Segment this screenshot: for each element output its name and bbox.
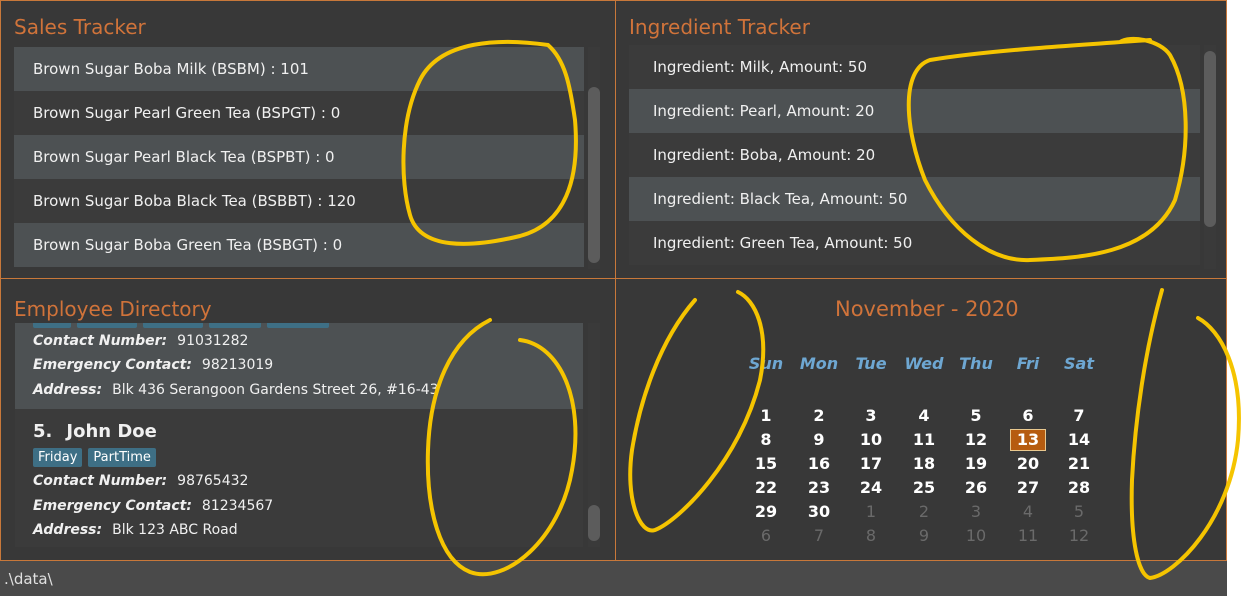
calendar-day[interactable]: 23 [801, 477, 837, 499]
weekday-wed: Wed [904, 354, 944, 373]
ingredient-scroll-thumb[interactable] [1204, 51, 1216, 227]
weekday-sat: Sat [1064, 354, 1094, 373]
employee-directory-title: Employee Directory [14, 297, 212, 321]
status-bar: .\data\ [0, 560, 1227, 596]
calendar-day[interactable]: 14 [1061, 429, 1097, 451]
weekday-fri: Fri [1016, 354, 1040, 373]
employee-name: 5. John Doe [33, 421, 157, 442]
calendar-day[interactable]: 11 [906, 429, 942, 451]
calendar-day[interactable]: 12 [1061, 525, 1097, 547]
address-row: Address: Blk 436 Serangoon Gardens Street… [33, 382, 439, 398]
contact-row: Contact Number: 91031282 [33, 333, 249, 349]
calendar-day[interactable]: 3 [958, 501, 994, 523]
sales-list[interactable]: Brown Sugar Boba Milk (BSBM) : 101 Brown… [14, 47, 584, 269]
calendar-day[interactable]: 15 [748, 453, 784, 475]
address-row: Address: Blk 123 ABC Road [33, 522, 238, 538]
calendar-day[interactable]: 17 [853, 453, 889, 475]
calendar-day[interactable]: 24 [853, 477, 889, 499]
employee-card-partial[interactable]: Contact Number: 91031282 Emergency Contac… [15, 323, 583, 409]
ingredient-item[interactable]: Ingredient: Milk, Amount: 50 [629, 45, 1200, 89]
calendar-day[interactable]: 3 [853, 405, 889, 427]
tag [33, 323, 71, 328]
employee-directory-panel: Employee Directory Contact Number: 910312… [0, 278, 616, 561]
calendar-day[interactable]: 29 [748, 501, 784, 523]
calendar-day[interactable]: 5 [958, 405, 994, 427]
sales-tracker-panel: Sales Tracker Brown Sugar Boba Milk (BSB… [0, 0, 616, 279]
calendar-day[interactable]: 2 [801, 405, 837, 427]
tag-parttime: PartTime [88, 448, 156, 467]
calendar-day[interactable]: 8 [853, 525, 889, 547]
calendar-day[interactable]: 4 [906, 405, 942, 427]
calendar-day[interactable]: 9 [801, 429, 837, 451]
calendar-day[interactable]: 22 [748, 477, 784, 499]
sales-item[interactable]: Brown Sugar Boba Green Tea (BSBGT) : 0 [14, 223, 584, 267]
calendar-panel: November - 2020 Sun Mon Tue Wed Thu Fri Sat 1 2 3… [615, 278, 1227, 561]
calendar-day[interactable]: 19 [958, 453, 994, 475]
calendar-day[interactable]: 16 [801, 453, 837, 475]
weekday-tue: Tue [855, 354, 887, 373]
calendar-day[interactable]: 26 [958, 477, 994, 499]
calendar-day[interactable]: 8 [748, 429, 784, 451]
calendar-day[interactable]: 10 [958, 525, 994, 547]
calendar-day[interactable]: 1 [853, 501, 889, 523]
sales-scroll-thumb[interactable] [588, 87, 600, 263]
calendar-day[interactable]: 30 [801, 501, 837, 523]
calendar-day[interactable]: 7 [801, 525, 837, 547]
ingredient-tracker-panel: Ingredient Tracker Ingredient: Milk, Amo… [615, 0, 1227, 279]
sales-item[interactable]: Brown Sugar Pearl Green Tea (BSPGT) : 0 [14, 91, 584, 135]
contact-row: Contact Number: 98765432 [33, 473, 249, 489]
employee-card[interactable]: 5. John Doe Friday PartTime Contact Number… [15, 409, 583, 547]
emergency-row: Emergency Contact: 81234567 [33, 498, 274, 514]
ingredient-tracker-title: Ingredient Tracker [629, 15, 810, 39]
ingredient-item[interactable]: Ingredient: Green Tea, Amount: 50 [629, 221, 1200, 265]
calendar-day[interactable]: 2 [906, 501, 942, 523]
partial-tags-strip [33, 323, 335, 328]
ingredient-item[interactable]: Ingredient: Boba, Amount: 20 [629, 133, 1200, 177]
calendar-day[interactable]: 21 [1061, 453, 1097, 475]
calendar-day[interactable]: 4 [1010, 501, 1046, 523]
calendar-day[interactable]: 25 [906, 477, 942, 499]
ingredient-item[interactable]: Ingredient: Pearl, Amount: 20 [629, 89, 1200, 133]
sales-item[interactable]: Brown Sugar Boba Black Tea (BSBBT) : 120 [14, 179, 584, 223]
sales-tracker-title: Sales Tracker [14, 15, 146, 39]
calendar-day[interactable]: 18 [906, 453, 942, 475]
employee-scrollbar[interactable] [588, 323, 600, 547]
calendar-day[interactable]: 5 [1061, 501, 1097, 523]
calendar-day[interactable]: 11 [1010, 525, 1046, 547]
calendar-day[interactable]: 10 [853, 429, 889, 451]
sales-item[interactable]: Brown Sugar Pearl Black Tea (BSPBT) : 0 [14, 135, 584, 179]
calendar-day[interactable]: 9 [906, 525, 942, 547]
ingredient-item[interactable]: Ingredient: Black Tea, Amount: 50 [629, 177, 1200, 221]
calendar-day[interactable]: 12 [958, 429, 994, 451]
calendar-day[interactable]: 28 [1061, 477, 1097, 499]
tag [209, 323, 261, 328]
sales-item[interactable]: Brown Sugar Boba Milk (BSBM) : 101 [14, 47, 584, 91]
tag [143, 323, 203, 328]
tag-friday: Friday [33, 448, 83, 467]
calendar-day[interactable]: 6 [1010, 405, 1046, 427]
employee-scroll-thumb[interactable] [588, 505, 600, 541]
ingredient-list[interactable]: Ingredient: Milk, Amount: 50 Ingredient:… [629, 45, 1200, 269]
ingredient-scrollbar[interactable] [1204, 45, 1216, 269]
sales-scrollbar[interactable] [588, 47, 600, 269]
calendar-day[interactable]: 6 [748, 525, 784, 547]
tag [267, 323, 329, 328]
weekday-sun: Sun [748, 354, 784, 373]
data-path: .\data\ [4, 570, 53, 588]
calendar-day-today[interactable]: 13 [1010, 429, 1046, 451]
emergency-row: Emergency Contact: 98213019 [33, 357, 274, 373]
app-window: Sales Tracker Brown Sugar Boba Milk (BSB… [0, 0, 1227, 596]
calendar-day[interactable]: 1 [748, 405, 784, 427]
employee-tags: Friday PartTime [33, 448, 162, 467]
weekday-mon: Mon [799, 354, 839, 373]
calendar-day[interactable]: 7 [1061, 405, 1097, 427]
calendar-grid: Sun Mon Tue Wed Thu Fri Sat 1 2 3 4 5 6 7 8 9 10 11 12 13 14… [616, 279, 1228, 562]
tag [77, 323, 137, 328]
calendar-day[interactable]: 20 [1010, 453, 1046, 475]
weekday-thu: Thu [959, 354, 993, 373]
calendar-day[interactable]: 27 [1010, 477, 1046, 499]
